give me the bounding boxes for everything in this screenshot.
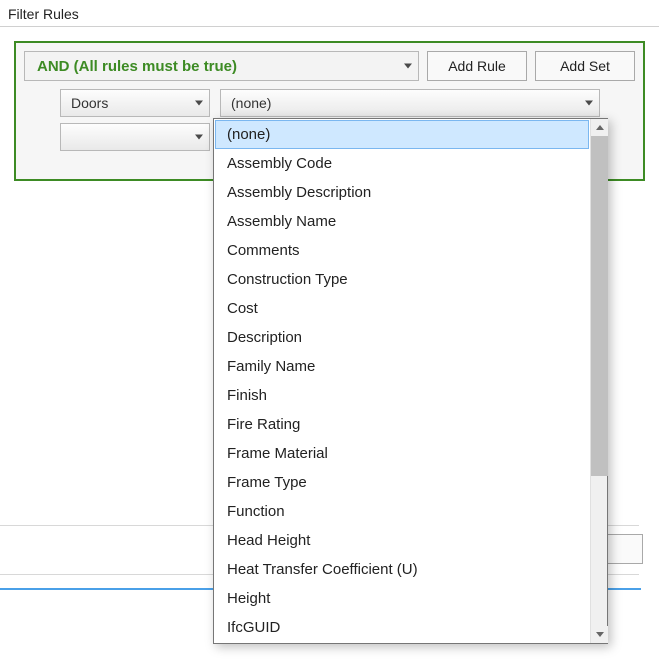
category-select[interactable]: Doors <box>60 89 210 117</box>
section-title: Filter Rules <box>0 0 659 26</box>
chevron-down-icon <box>404 64 412 69</box>
scrollbar[interactable] <box>590 119 607 643</box>
dropdown-option[interactable]: IfcGUID <box>215 613 589 642</box>
chevron-down-icon <box>195 101 203 106</box>
dropdown-option[interactable]: Construction Type <box>215 265 589 294</box>
rule-row: Doors (none) <box>24 89 635 117</box>
dropdown-option[interactable]: (none) <box>215 120 589 149</box>
dropdown-option[interactable]: Height <box>215 584 589 613</box>
dropdown-option[interactable]: Cost <box>215 294 589 323</box>
dropdown-option[interactable]: Frame Material <box>215 439 589 468</box>
dropdown-option[interactable]: Assembly Description <box>215 178 589 207</box>
dropdown-option[interactable]: Description <box>215 323 589 352</box>
dropdown-option[interactable]: Head Height <box>215 526 589 555</box>
scroll-down-button[interactable] <box>591 626 608 643</box>
dropdown-option[interactable]: Function <box>215 497 589 526</box>
dropdown-option[interactable]: Fire Rating <box>215 410 589 439</box>
property-select[interactable]: (none) <box>220 89 600 117</box>
logic-operator-select[interactable]: AND (All rules must be true) <box>24 51 419 81</box>
chevron-down-icon <box>195 135 203 140</box>
property-dropdown-popup: (none)Assembly CodeAssembly DescriptionA… <box>213 118 608 644</box>
dropdown-option[interactable]: Frame Type <box>215 468 589 497</box>
dropdown-option[interactable]: Family Name <box>215 352 589 381</box>
dropdown-option[interactable]: Heat Transfer Coefficient (U) <box>215 555 589 584</box>
scroll-up-button[interactable] <box>591 119 608 136</box>
scroll-thumb[interactable] <box>591 136 608 476</box>
category-value: Doors <box>71 95 108 111</box>
dropdown-option[interactable]: Assembly Code <box>215 149 589 178</box>
property-value: (none) <box>231 95 271 111</box>
dropdown-list[interactable]: (none)Assembly CodeAssembly DescriptionA… <box>214 119 590 643</box>
dropdown-option[interactable]: Assembly Name <box>215 207 589 236</box>
chevron-down-icon <box>585 101 593 106</box>
add-set-button[interactable]: Add Set <box>535 51 635 81</box>
category-select[interactable] <box>60 123 210 151</box>
dropdown-option[interactable]: Comments <box>215 236 589 265</box>
dropdown-option[interactable]: Finish <box>215 381 589 410</box>
group-header: AND (All rules must be true) Add Rule Ad… <box>24 51 635 81</box>
add-rule-button[interactable]: Add Rule <box>427 51 527 81</box>
logic-operator-label: AND (All rules must be true) <box>37 58 237 75</box>
